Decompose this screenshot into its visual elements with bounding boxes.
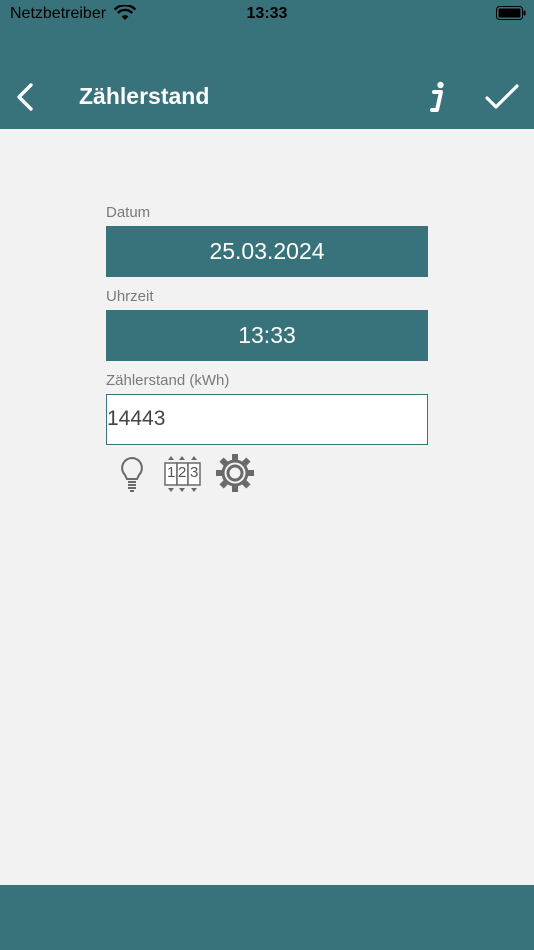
info-button[interactable] bbox=[423, 77, 453, 115]
back-button[interactable] bbox=[10, 79, 42, 115]
date-label: Datum bbox=[106, 204, 151, 221]
counter-digit-3: 3 bbox=[190, 464, 199, 481]
battery-icon bbox=[496, 6, 526, 20]
reading-input[interactable]: 14443 bbox=[106, 394, 428, 445]
gear-icon[interactable] bbox=[216, 454, 254, 494]
counter-digit-1: 1 bbox=[167, 464, 176, 481]
top-bar: Netzbetreiber 13:33 Zählerstand bbox=[0, 0, 534, 129]
date-picker-button[interactable]: 25.03.2024 bbox=[106, 226, 428, 277]
digit-counter-icon[interactable]: 1 2 3 bbox=[164, 454, 204, 494]
bottom-bar bbox=[0, 885, 534, 950]
counter-digit-2: 2 bbox=[178, 464, 187, 481]
reading-label: Zählerstand (kWh) bbox=[106, 372, 230, 389]
time-label: Uhrzeit bbox=[106, 288, 154, 305]
lightbulb-icon[interactable] bbox=[114, 454, 150, 494]
confirm-button[interactable] bbox=[484, 81, 520, 113]
navigation-bar: Zählerstand bbox=[0, 65, 534, 129]
status-bar: Netzbetreiber 13:33 bbox=[0, 0, 534, 28]
status-time: 13:33 bbox=[246, 5, 288, 22]
page-title: Zählerstand bbox=[79, 83, 210, 109]
meter-reading-form: Datum 25.03.2024 Uhrzeit 13:33 Zählersta… bbox=[106, 200, 428, 445]
time-picker-button[interactable]: 13:33 bbox=[106, 310, 428, 361]
